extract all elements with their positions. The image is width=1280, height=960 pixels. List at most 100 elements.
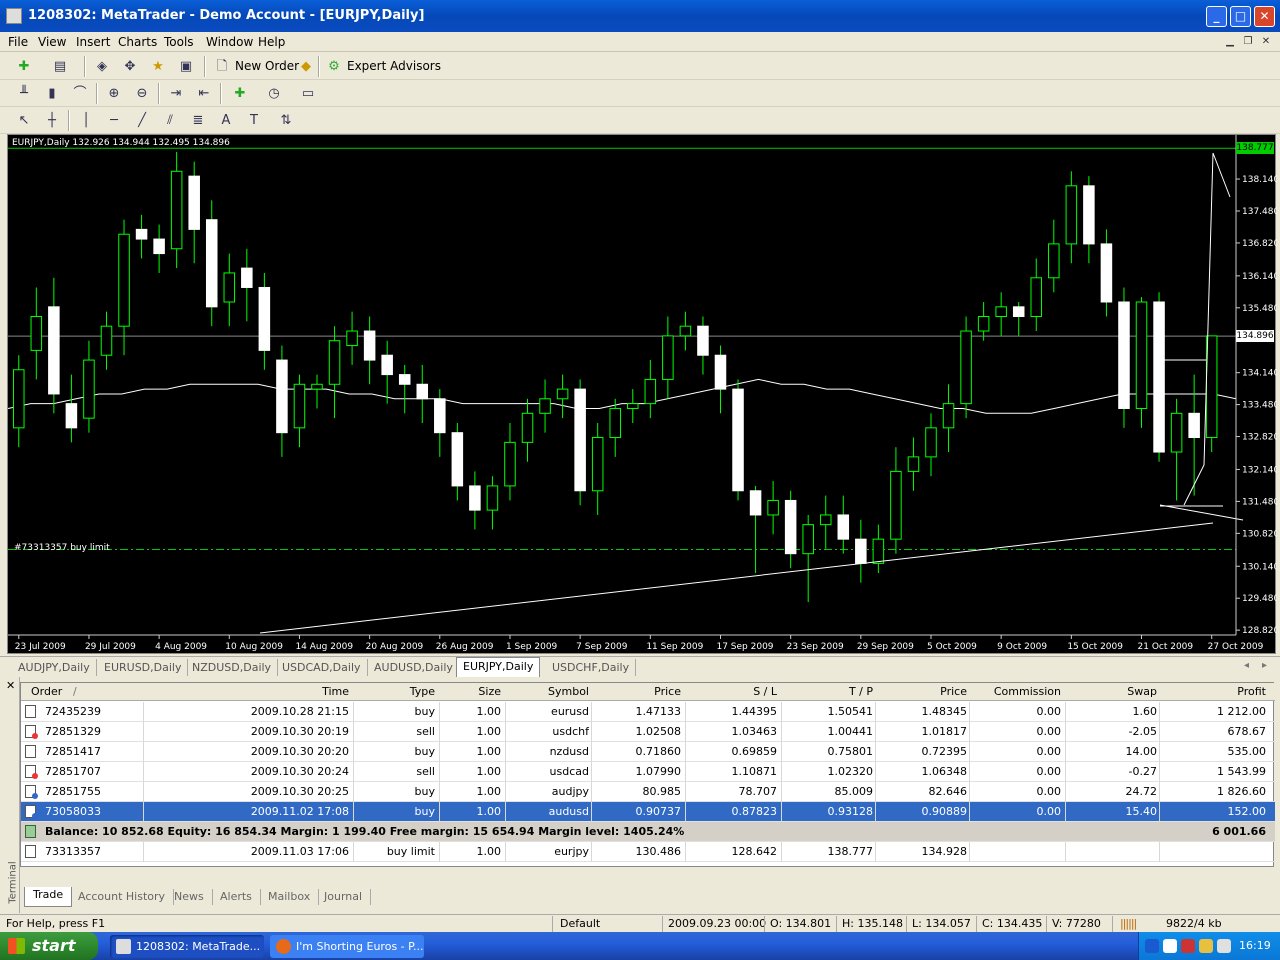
crosshair-icon[interactable]: ┼ — [42, 111, 62, 131]
col-commission[interactable]: Commission — [971, 685, 1061, 699]
table-row[interactable]: 72851417 2009.10.30 20:20 buy 1.00 nzdusd 0.7… — [21, 742, 1275, 762]
mdi-restore-icon[interactable]: ❐ — [1240, 34, 1256, 49]
candle-body[interactable] — [1030, 277, 1043, 318]
table-row[interactable]: 72851329 2009.10.30 20:19 sell 1.00 usdchf 1.… — [21, 722, 1275, 742]
price-chart[interactable]: 138.140 137.480 136.820 136.140 135.480 134.1… — [7, 134, 1277, 655]
navigator-icon[interactable]: ★ — [148, 57, 168, 77]
new-chart-icon[interactable]: ✚ — [14, 57, 34, 77]
minimize-button[interactable]: _ — [1206, 6, 1227, 27]
tab-alerts[interactable]: Alerts — [212, 889, 261, 905]
candle-body[interactable] — [100, 325, 113, 356]
profiles-icon[interactable]: ▤ — [50, 57, 70, 77]
candle-body[interactable] — [469, 485, 481, 511]
bar-chart-icon[interactable]: ╨ — [14, 84, 34, 104]
tab-news[interactable]: News — [166, 889, 213, 905]
candle-body[interactable] — [346, 330, 358, 347]
candlestick-icon[interactable]: ▮ — [42, 84, 62, 104]
candle-body[interactable] — [855, 538, 867, 564]
terminal-close-icon[interactable]: ✕ — [6, 679, 15, 692]
metaeditor-icon[interactable]: ◆ — [296, 57, 316, 77]
candle-body[interactable] — [521, 412, 534, 443]
candle-body[interactable] — [942, 403, 955, 429]
tab-eurjpy[interactable]: EURJPY,Daily — [456, 657, 541, 677]
col-size[interactable]: Size — [441, 685, 501, 699]
equidistant-channel-icon[interactable]: ⫽ — [160, 111, 180, 131]
tab-journal[interactable]: Journal — [316, 889, 372, 905]
tab-audjpy[interactable]: AUDJPY,Daily — [12, 659, 97, 676]
candle-body[interactable] — [1012, 306, 1025, 318]
task-firefox[interactable]: I'm Shorting Euros - P... — [270, 935, 424, 958]
candle-body[interactable] — [328, 340, 341, 385]
candle-body[interactable] — [749, 490, 762, 516]
candle-body[interactable] — [837, 514, 850, 540]
menu-insert[interactable]: Insert — [76, 35, 110, 49]
arrows-icon[interactable]: ⇅ — [276, 111, 296, 131]
vertical-line-icon[interactable]: │ — [76, 111, 96, 131]
expert-advisors-button[interactable]: Expert Advisors — [344, 55, 444, 77]
candle-body[interactable] — [170, 170, 183, 250]
autoscroll-icon[interactable]: ⇥ — [166, 84, 186, 104]
candle-body[interactable] — [1135, 301, 1148, 409]
candle-body[interactable] — [714, 354, 727, 390]
tab-nzdusd[interactable]: NZDUSD,Daily — [186, 659, 279, 676]
candle-body[interactable] — [504, 441, 516, 487]
candle-body[interactable] — [907, 456, 920, 472]
candle-body[interactable] — [872, 538, 885, 564]
col-symbol[interactable]: Symbol — [507, 685, 589, 699]
candle-body[interactable] — [662, 335, 674, 380]
candle-body[interactable] — [1100, 243, 1113, 303]
chart-canvas[interactable]: 138.140 137.480 136.820 136.140 135.480 134.1… — [8, 135, 1277, 655]
candle-body[interactable] — [381, 354, 393, 376]
candle-body[interactable] — [591, 437, 604, 492]
candle-body[interactable] — [732, 388, 744, 492]
maximize-button[interactable]: □ — [1230, 6, 1251, 27]
chart-shift-icon[interactable]: ⇤ — [194, 84, 214, 104]
mdi-close-icon[interactable]: ✕ — [1258, 34, 1274, 49]
zoom-in-icon[interactable]: ⊕ — [104, 84, 124, 104]
indicators-icon[interactable]: ✚ — [230, 84, 250, 104]
table-row[interactable]: 72851755 2009.10.30 20:25 buy 1.00 audjpy 80.… — [21, 782, 1275, 802]
candle-body[interactable] — [258, 286, 271, 351]
market-watch-icon[interactable]: ◈ — [92, 57, 112, 77]
menu-charts[interactable]: Charts — [118, 35, 157, 49]
text-label-icon[interactable]: T — [244, 111, 264, 131]
task-metatrader[interactable]: 1208302: MetaTrade... — [110, 935, 264, 958]
candle-body[interactable] — [135, 228, 148, 240]
col-swap[interactable]: Swap — [1067, 685, 1157, 699]
candle-body[interactable] — [118, 233, 130, 327]
candle-body[interactable] — [556, 388, 569, 400]
candle-body[interactable] — [398, 374, 411, 385]
candle-body[interactable] — [363, 330, 376, 361]
candle-body[interactable] — [960, 330, 972, 405]
col-profit[interactable]: Profit — [1161, 685, 1266, 699]
candle-body[interactable] — [767, 499, 779, 516]
close-button[interactable]: ✕ — [1254, 6, 1275, 27]
candle-body[interactable] — [784, 499, 797, 555]
zoom-out-icon[interactable]: ⊖ — [132, 84, 152, 104]
candle-body[interactable] — [574, 388, 586, 492]
candle-body[interactable] — [609, 407, 621, 439]
candle-body[interactable] — [1083, 185, 1095, 245]
security-icon[interactable] — [1199, 939, 1213, 953]
candle-body[interactable] — [434, 398, 446, 434]
candle-body[interactable] — [13, 369, 25, 429]
col-time[interactable]: Time — [145, 685, 349, 699]
scroll-right-icon[interactable]: ▸ — [1262, 660, 1267, 671]
volume-icon[interactable] — [1217, 939, 1231, 953]
candle-body[interactable] — [205, 219, 218, 308]
candle-body[interactable] — [644, 378, 657, 405]
candle-body[interactable] — [802, 524, 814, 555]
new-order-button[interactable]: New Order — [232, 55, 302, 77]
col-sl[interactable]: S / L — [687, 685, 777, 699]
candle-body[interactable] — [416, 383, 429, 400]
tab-usdchf[interactable]: USDCHF,Daily — [546, 659, 637, 676]
network-icon[interactable] — [1181, 939, 1195, 953]
line-chart-icon[interactable]: ⌒ — [70, 84, 90, 104]
candle-body[interactable] — [486, 485, 499, 511]
mdi-minimize-icon[interactable]: ▁ — [1222, 34, 1238, 49]
tray-arrow-icon[interactable] — [1145, 939, 1159, 953]
terminal-icon[interactable]: ▣ — [176, 57, 196, 77]
candle-body[interactable] — [83, 359, 95, 419]
trendline-icon[interactable]: ╱ — [132, 111, 152, 131]
candle-body[interactable] — [153, 238, 165, 255]
